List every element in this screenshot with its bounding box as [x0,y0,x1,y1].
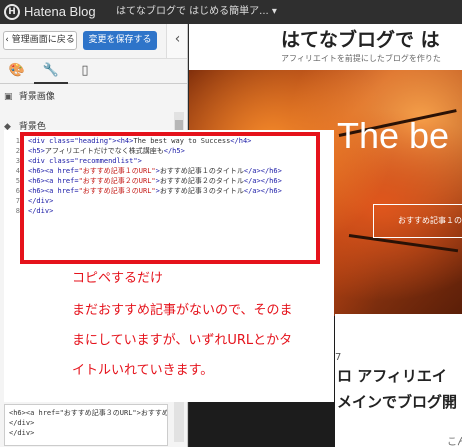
post-title-line-1[interactable]: ロ アフィリエイ [337,366,447,386]
collapse-panel-button[interactable]: ‹ [166,24,187,58]
mobile-icon[interactable]: ▯ [68,59,102,84]
preview-blog-subtitle: アフィリエイトを前提にしたブログを作りた [281,54,441,63]
blog-selector[interactable]: はてなブログで はじめる簡単ア... ▾ [116,6,277,18]
code-line: </div> [9,429,35,437]
wrench-icon[interactable]: 🔧 [34,59,68,84]
brand-name[interactable]: Hatena Blog [24,4,96,20]
palette-icon[interactable]: 🎨 [0,59,34,84]
code-line[interactable]: <div class="heading"><h4>The best way to… [28,136,316,146]
code-line[interactable]: </div> [28,196,316,206]
annotation-line: イトルいれていきます。 [72,363,214,378]
line-number: 4 [15,167,20,175]
recommend-link-button[interactable]: おすすめ記事１の [373,204,462,238]
code-line[interactable]: <h5>アフィリエイトだけでなく株式講座も</h5> [28,146,316,156]
code-line[interactable]: <h6><a href="おすすめ記事１のURL">おすすめ記事１のタイトル</… [28,166,316,176]
html-code-field[interactable]: <h6><a href="おすすめ記事３のURL">おすすめ </div> </… [4,404,168,446]
back-button-label: 管理画面に戻る [11,35,75,45]
preview-blog-title[interactable]: はてなブログで は [281,27,440,53]
line-number: 2 [15,147,20,155]
design-tabs: 🎨 🔧 ▯ [0,58,187,84]
post-date: 7 [335,352,342,363]
code-line[interactable]: <h6><a href="おすすめ記事３のURL">おすすめ記事３のタイトル</… [28,186,316,196]
hatena-logo-icon[interactable]: H [4,4,20,20]
hero-heading: The be [337,115,450,156]
code-line[interactable]: <div class="recommendlist"> [28,156,316,166]
line-number: 8 [15,207,20,215]
code-line: <h6><a href="おすすめ記事３のURL">おすすめ [9,409,168,417]
line-number: 5 [15,177,20,185]
annotation-line: まだおすすめ記事がないので、そのま [72,303,293,318]
code-line: </div> [9,419,35,427]
save-changes-button[interactable]: 変更を保存する [83,31,157,50]
top-bar: H Hatena Blog はてなブログで はじめる簡単ア... ▾ [0,0,462,24]
preview-header: はてなブログで は アフィリエイトを前提にしたブログを作りた [189,24,462,70]
code-line[interactable]: <h6><a href="おすすめ記事２のURL">おすすめ記事２のタイトル</… [28,176,316,186]
line-number: 3 [15,157,20,165]
back-to-admin-button[interactable]: ‹ 管理画面に戻る [3,31,77,50]
line-number: 7 [15,197,20,205]
code-line[interactable]: </div> [28,206,316,216]
section-label: 背景画像 [18,92,55,102]
chevron-left-icon: ‹ [5,35,9,45]
line-number: 6 [15,187,20,195]
annotation-line: コピペするだけ [72,271,164,286]
line-number: 1 [15,137,20,145]
image-icon: ▣ [4,92,13,102]
post-title-line-2[interactable]: メインでブログ開 [337,392,457,412]
line-number-gutter: 1 2 3 4 5 6 7 8 [4,136,24,230]
annotation-line: まにしていますが、いずれURLとかタ [72,333,293,348]
section-background-image[interactable]: ▣ 背景画像 [0,86,172,108]
post-intro-text: こんにちは、mymykenshinです。前回 [447,437,462,447]
